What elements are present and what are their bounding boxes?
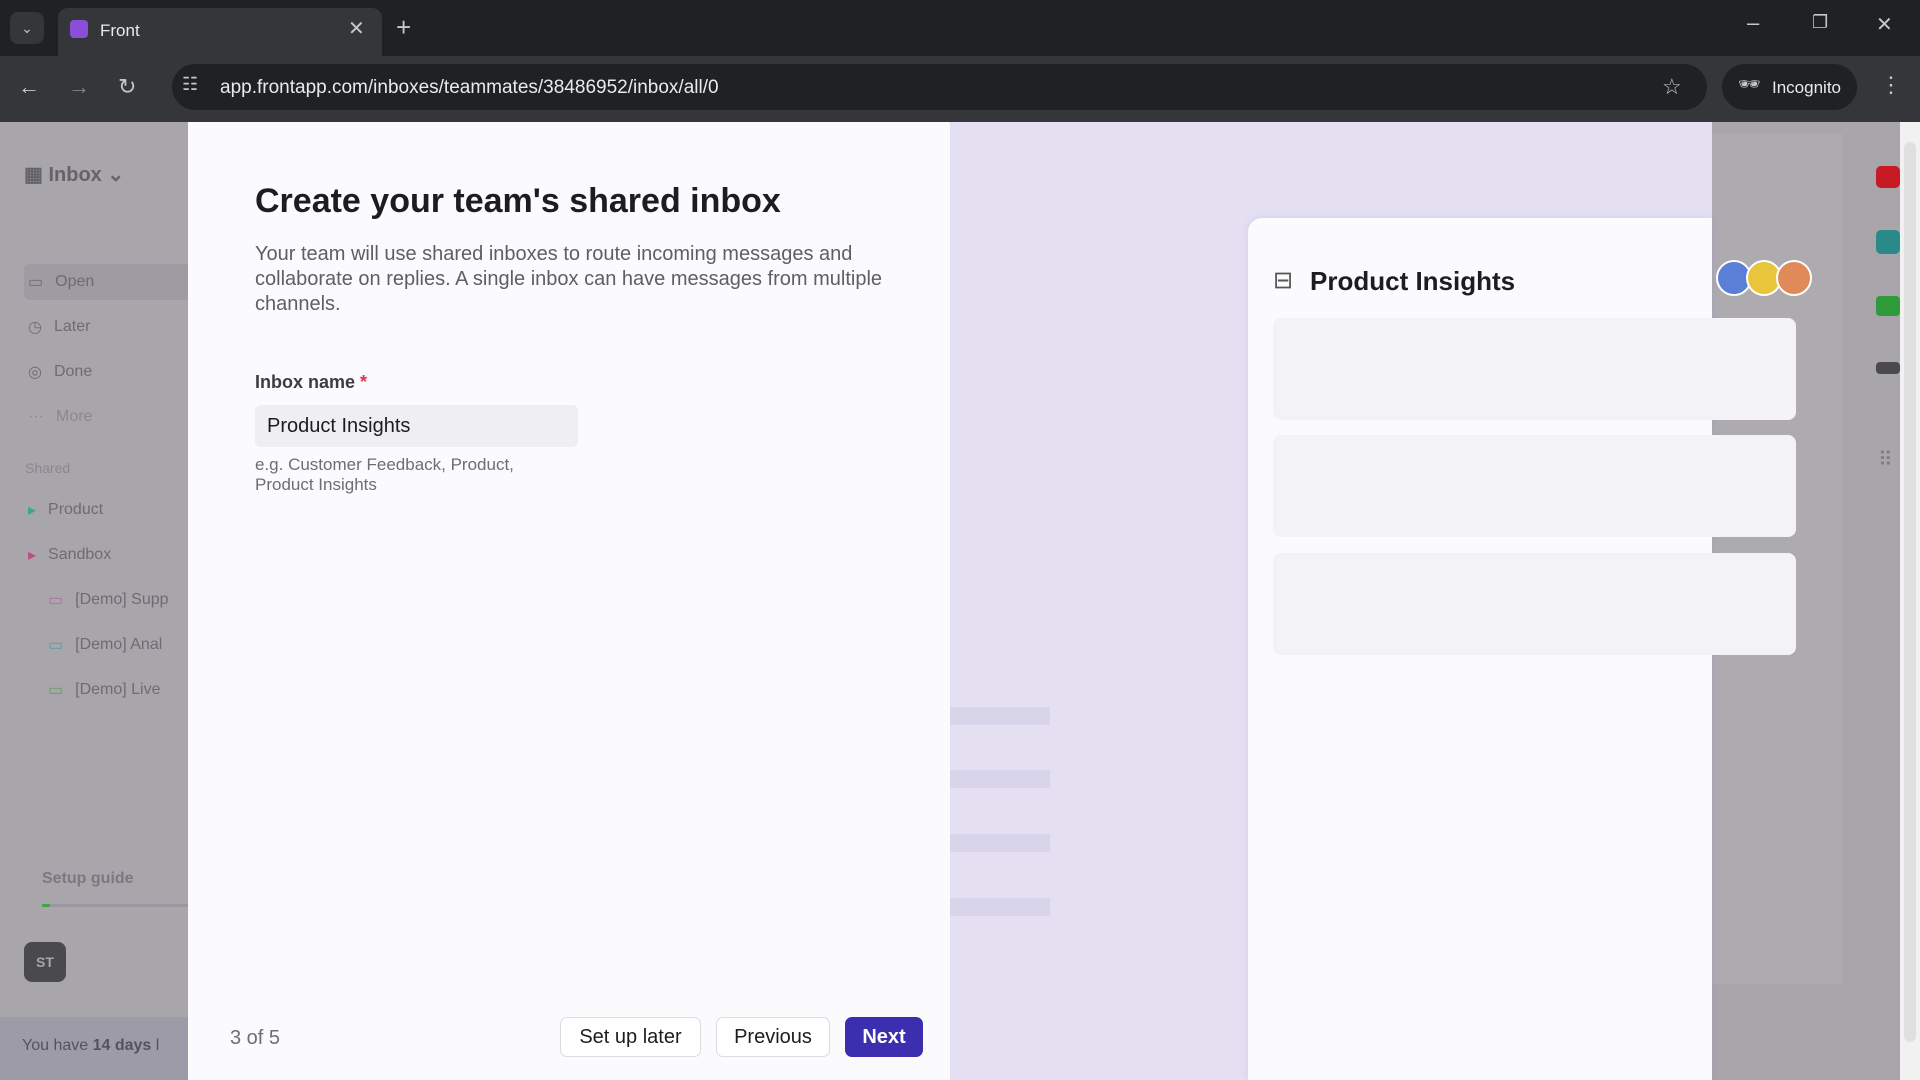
decorative-stripe <box>950 770 1050 788</box>
modal-title: Create your team's shared inbox <box>255 182 781 221</box>
sidebar-item-product[interactable]: ▸ Product <box>24 492 188 528</box>
skeleton-row <box>1273 435 1796 537</box>
setup-guide-link[interactable]: Setup guide <box>42 870 134 888</box>
new-tab-icon[interactable]: + <box>396 12 411 43</box>
url-text: app.frontapp.com/inboxes/teammates/38486… <box>220 77 719 99</box>
skeleton-row <box>1273 553 1796 655</box>
inbox-icon: ▭ <box>48 680 63 700</box>
sidebar-item-later[interactable]: ◷ Later <box>24 309 188 345</box>
inbox-name-helper: e.g. Customer Feedback, Product, Product… <box>255 455 575 495</box>
shared-section-heading: Shared <box>25 460 70 476</box>
sidebar: ▦ Inbox ⌄ ▭ Open ◷ Later ◎ Done ··· More Sha… <box>0 122 188 1080</box>
setup-progress <box>42 904 188 907</box>
apps-grid-icon[interactable]: ⠿ <box>1878 447 1893 472</box>
inbox-header: Inbox <box>48 164 101 186</box>
sidebar-label: More <box>56 408 92 426</box>
sidebar-label: [Demo] Live <box>75 681 160 699</box>
contacts-app-icon[interactable] <box>1876 230 1900 254</box>
incognito-badge[interactable]: 🕶 Incognito <box>1722 64 1857 110</box>
keyboard-app-icon[interactable] <box>1876 362 1900 374</box>
sidebar-item-demo-live[interactable]: ▭ [Demo] Live <box>44 672 208 708</box>
inbox-name-input[interactable] <box>255 405 578 447</box>
sidebar-item-demo-analytics[interactable]: ▭ [Demo] Anal <box>44 627 208 663</box>
sidebar-label: [Demo] Supp <box>75 591 168 609</box>
sidebar-item-open[interactable]: ▭ Open <box>24 264 188 300</box>
sidebar-item-more[interactable]: ··· More <box>24 399 188 435</box>
trial-text: You have <box>22 1037 93 1054</box>
sidebar-label: Open <box>55 273 94 291</box>
trial-days: 14 days <box>93 1037 152 1054</box>
close-tab-icon[interactable]: ✕ <box>348 16 365 41</box>
next-button[interactable]: Next <box>845 1017 923 1057</box>
sidebar-label: Sandbox <box>48 546 111 564</box>
skeleton-row <box>1273 318 1796 420</box>
browser-tab-bar: ⌄ Front ✕ + – ❐ ✕ <box>0 0 1920 56</box>
flag-icon: ▸ <box>28 500 36 520</box>
front-favicon-icon <box>70 20 88 38</box>
check-circle-icon: ◎ <box>28 362 42 382</box>
set-up-later-button[interactable]: Set up later <box>560 1017 701 1057</box>
address-bar-row: ← → ↻ ☷ app.frontapp.com/inboxes/teammat… <box>0 56 1920 122</box>
inbox-name-label: Inbox name * <box>255 372 367 393</box>
tab-search-button[interactable]: ⌄ <box>10 12 44 44</box>
inbox-icon: ▭ <box>48 635 63 655</box>
url-field[interactable]: ☷ app.frontapp.com/inboxes/teammates/384… <box>172 64 1707 110</box>
reload-icon[interactable]: ↻ <box>118 74 136 100</box>
clock-icon: ◷ <box>28 317 42 337</box>
more-icon: ··· <box>28 408 44 426</box>
forward-icon[interactable]: → <box>68 74 90 100</box>
sidebar-item-sandbox[interactable]: ▸ Sandbox <box>24 537 188 573</box>
restore-icon[interactable]: ❐ <box>1812 12 1828 33</box>
tab-title: Front <box>100 21 140 41</box>
avatar <box>1776 260 1812 296</box>
preview-panel: ⊟ Product Insights <box>950 122 1712 1080</box>
form-panel: Create your team's shared inbox Your tea… <box>188 122 950 1080</box>
inbox-icon: ▭ <box>28 272 43 292</box>
inbox-preview-card: ⊟ Product Insights <box>1248 218 1712 1080</box>
inbox-switcher[interactable]: ▦ Inbox ⌄ <box>24 162 124 187</box>
onboarding-modal: Create your team's shared inbox Your tea… <box>188 122 1712 1080</box>
inbox-icon: ▭ <box>48 590 63 610</box>
decorative-stripe <box>950 707 1050 725</box>
sidebar-label: [Demo] Anal <box>75 636 162 654</box>
sheets-app-icon[interactable] <box>1876 296 1900 316</box>
app-page: ▦ Inbox ⌄ ▭ Open ◷ Later ◎ Done ··· More Sha… <box>0 122 1920 1080</box>
sidebar-label: Later <box>54 318 90 336</box>
decorative-stripe <box>950 898 1050 916</box>
incognito-label: Incognito <box>1772 78 1841 97</box>
browser-menu-icon[interactable]: ⋮ <box>1880 72 1902 98</box>
incognito-icon: 🕶 <box>1738 74 1761 95</box>
site-info-icon[interactable]: ☷ <box>182 74 198 95</box>
avatar[interactable]: ST <box>24 942 66 982</box>
modal-description: Your team will use shared inboxes to rou… <box>255 242 895 317</box>
decorative-stripe <box>950 834 1050 852</box>
calendar-app-icon[interactable] <box>1876 166 1900 188</box>
sidebar-item-demo-support[interactable]: ▭ [Demo] Supp <box>44 582 208 618</box>
minimize-icon[interactable]: – <box>1747 10 1759 36</box>
sidebar-label: Product <box>48 501 103 519</box>
inbox-icon: ⊟ <box>1273 266 1293 295</box>
step-indicator: 3 of 5 <box>230 1027 280 1050</box>
back-icon[interactable]: ← <box>18 74 40 100</box>
bookmark-star-icon[interactable]: ☆ <box>1662 74 1682 100</box>
previous-button[interactable]: Previous <box>716 1017 830 1057</box>
sidebar-item-done[interactable]: ◎ Done <box>24 354 188 390</box>
label-text: Inbox name <box>255 372 355 392</box>
trial-text: l <box>151 1037 159 1054</box>
browser-tab[interactable]: Front ✕ <box>58 8 382 56</box>
required-mark: * <box>360 372 367 392</box>
sidebar-label: Done <box>54 363 92 381</box>
scrollbar[interactable] <box>1900 122 1920 1080</box>
close-window-icon[interactable]: ✕ <box>1876 12 1893 37</box>
flag-icon: ▸ <box>28 545 36 565</box>
preview-title: Product Insights <box>1310 266 1515 297</box>
trial-banner: You have 14 days l <box>0 1017 188 1080</box>
